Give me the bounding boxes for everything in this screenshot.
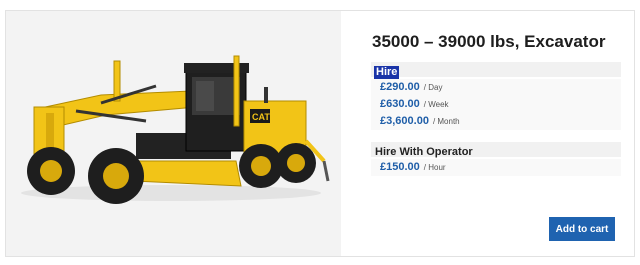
price-value: £3,600.00 [380,115,429,127]
hire-with-operator-label: Hire With Operator [375,146,473,158]
hire-price-list: £290.00 / Day £630.00 / Week £3,600.00 /… [371,79,621,130]
operator-section-header: Hire With Operator [371,142,621,158]
hire-section-header: Hire [371,62,621,79]
price-value: £630.00 [380,98,420,110]
rear-wheel-2 [276,143,316,183]
add-to-cart-button[interactable]: Add to cart [549,217,615,241]
price-row-hour: £150.00 / Hour [371,159,621,176]
motor-grader-illustration: CAT [21,55,330,204]
cat-logo-text: CAT [252,112,270,122]
price-unit: / Hour [423,163,446,172]
product-title: 35000 – 39000 lbs, Excavator [372,32,606,51]
operator-price-list: £150.00 / Hour [371,159,621,176]
middle-wheel [88,148,144,204]
product-card: CAT 35000 – 39000 lbs, Excavator Hire £2… [5,10,635,257]
product-image[interactable]: CAT [6,11,341,256]
price-unit: / Day [423,83,443,92]
price-row-day: £290.00 / Day [371,79,621,96]
price-row-month: £3,600.00 / Month [371,113,621,130]
front-wheel [27,147,75,195]
price-value: £150.00 [380,161,420,173]
price-unit: / Week [423,100,449,109]
price-unit: / Month [432,117,460,126]
price-value: £290.00 [380,81,420,93]
hire-label: Hire [374,66,400,79]
price-row-week: £630.00 / Week [371,96,621,113]
